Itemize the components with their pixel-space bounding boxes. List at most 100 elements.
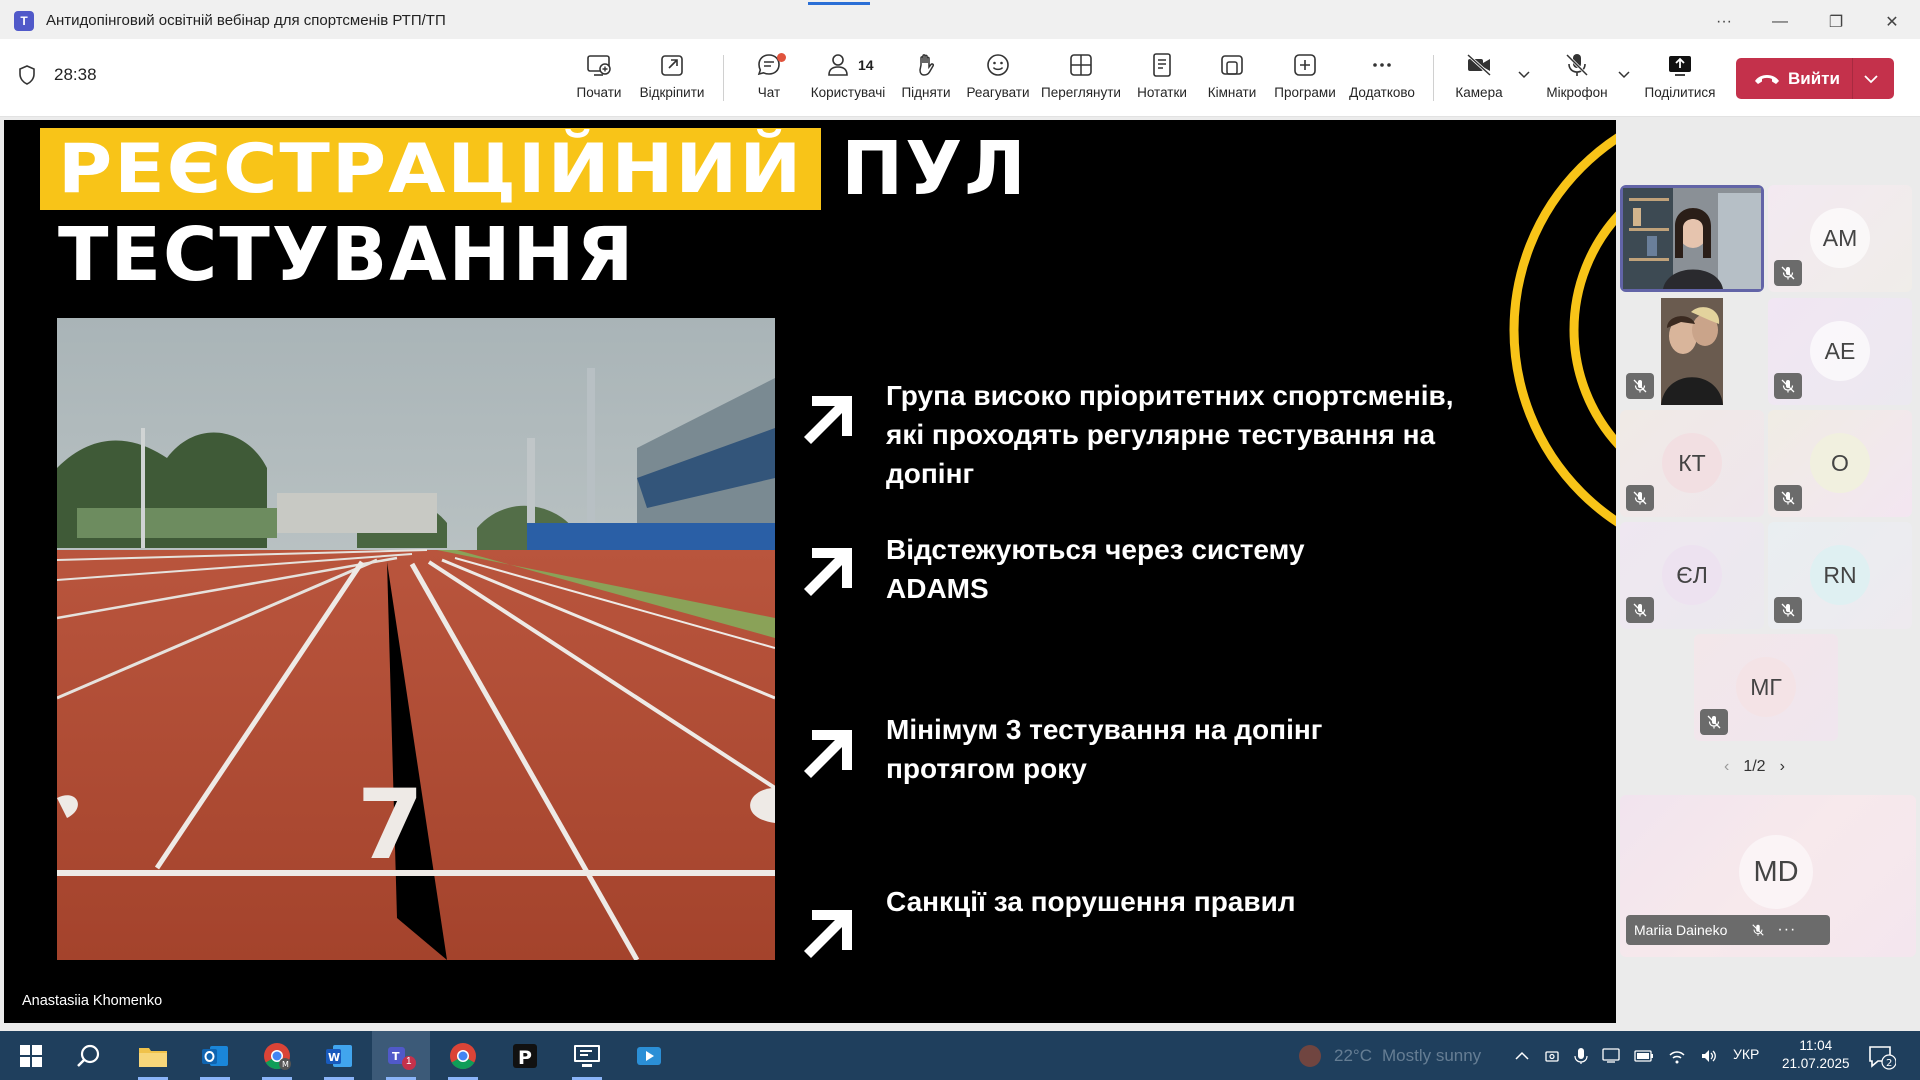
avatar: МГ [1736,657,1796,717]
chat-button[interactable]: Чат [727,51,811,100]
mic-off-icon [1633,603,1647,617]
file-explorer-button[interactable] [124,1031,182,1080]
leave-button[interactable]: Вийти [1736,58,1894,99]
view-button[interactable]: Переглянути [1039,51,1123,100]
chevron-down-icon[interactable] [1517,67,1531,81]
search-icon [77,1044,100,1067]
chrome-button[interactable] [434,1031,492,1080]
participant-video [1623,188,1761,289]
window-title: Антидопінговий освітній вебінар для спор… [46,12,446,29]
notifications-icon[interactable]: 2 [1866,1041,1896,1071]
camera-off-icon [1466,53,1492,77]
input-language[interactable]: УКР [1733,1046,1759,1062]
network-share-icon[interactable] [1602,1047,1620,1064]
share-screen-icon [1669,56,1691,76]
avatar: ЄЛ [1662,545,1722,605]
popout-button[interactable]: Відкріпити [630,51,714,100]
participant-tile-photo[interactable] [1620,298,1764,405]
muted-indicator [1774,373,1802,399]
apps-button[interactable]: Програми [1263,51,1347,100]
ellipsis-icon [1373,63,1391,67]
participant-tile[interactable]: КТ [1620,410,1764,517]
notes-label: Нотатки [1137,85,1187,100]
weather-temp: 22°C [1334,1045,1372,1065]
chevron-up-icon[interactable] [1514,1048,1530,1064]
avatar: КТ [1662,433,1722,493]
camera-label: Камера [1455,85,1503,100]
muted-indicator [1626,597,1654,623]
notifications-count: 2 [1886,1058,1892,1069]
wifi-icon[interactable] [1668,1048,1686,1064]
chevron-left-icon[interactable]: ‹ [1724,758,1729,776]
volume-icon[interactable] [1700,1048,1718,1064]
mic-label: Мікрофон [1546,85,1608,100]
more-options-icon[interactable]: ··· [1696,2,1752,41]
leave-split [1852,58,1853,99]
notes-icon [1153,53,1171,77]
shared-content-stage: РЕЄСТРАЦІЙНИЙ ПУЛ ТЕСТУВАННЯ 7 Група вис… [4,120,1616,1023]
meeting-toolbar: 28:38 Почати Відкріпити Чат 14 Користува… [0,39,1920,117]
start-button[interactable]: Почати [557,51,641,100]
camera-tray-icon[interactable] [1544,1048,1560,1064]
windows-logo-icon [20,1044,42,1067]
title-accent [808,2,870,5]
battery-icon[interactable] [1634,1049,1654,1063]
shield-icon [19,65,35,85]
outlook-button[interactable] [186,1031,244,1080]
share-button[interactable]: Поділитися [1638,51,1722,100]
word-button[interactable]: W [310,1031,368,1080]
chevron-right-icon[interactable]: › [1780,758,1785,776]
avatar: О [1810,433,1870,493]
close-button[interactable]: ✕ [1864,2,1920,41]
bullet-text: Відстежуються через систему ADAMS [886,534,1305,604]
mic-off-icon [1781,491,1795,505]
self-view-tile[interactable]: MD Mariia Daineko ··· [1620,795,1916,957]
maximize-button[interactable]: ❐ [1808,2,1864,41]
start-menu-button[interactable] [2,1031,60,1080]
search-button[interactable] [60,1031,118,1080]
weather-widget[interactable]: 22°C Mostly sunny [1296,1031,1481,1080]
people-button[interactable]: 14 Користувачі [806,51,890,100]
muted-indicator [1626,373,1654,399]
participant-tile[interactable]: ЄЛ [1620,522,1764,629]
chevron-down-icon[interactable] [1617,67,1631,81]
minimize-button[interactable]: — [1752,2,1808,41]
chevron-down-icon[interactable] [1862,70,1880,88]
more-button[interactable]: Додатково [1340,51,1424,100]
app-p-button[interactable]: P [496,1031,554,1080]
rooms-button[interactable]: Кімнати [1190,51,1274,100]
react-button[interactable]: Реагувати [956,51,1040,100]
participant-tile[interactable]: AM [1768,185,1912,292]
teams-icon: T [14,10,34,31]
microphone-tray-icon[interactable] [1574,1047,1588,1065]
participant-tile[interactable]: МГ [1694,634,1838,741]
chrome-profile-button[interactable]: M [248,1031,306,1080]
ellipsis-icon[interactable]: ··· [1777,921,1796,939]
system-tray [1514,1031,1718,1080]
slide-title-line-2: ТЕСТУВАННЯ [58,212,636,298]
record-icon [587,55,611,76]
camera-button[interactable]: Камера [1437,51,1521,100]
presenter-name: Anastasiia Khomenko [22,993,163,1009]
teams-taskbar-button[interactable]: T 1 [372,1031,430,1080]
participants-gallery: AM AE КТ О ЄЛ RN МГ ‹ 1/2 › MD Mariia Da… [1616,120,1920,1023]
mic-off-icon [1781,379,1795,393]
outlook-icon [202,1045,228,1066]
participant-tile[interactable]: RN [1768,522,1912,629]
toolbar-separator [723,55,724,101]
participant-tile[interactable]: AE [1768,298,1912,405]
people-icon [828,54,848,76]
participant-tile[interactable]: О [1768,410,1912,517]
windows-taskbar: M W T 1 P 22°C Mostly sunny УКР 11:04 21… [0,1031,1920,1080]
mic-off-icon [1707,715,1721,729]
arrow-up-right-icon [804,730,852,778]
folder-icon [139,1047,167,1067]
self-name: Mariia Daineko [1634,922,1728,938]
remote-desktop-button[interactable] [558,1031,616,1080]
self-name-tag: Mariia Daineko ··· [1626,915,1830,945]
screen: T Антидопінговий освітній вебінар для сп… [0,0,1920,1080]
participant-tile-video[interactable] [1620,185,1764,292]
media-app-button[interactable] [620,1031,678,1080]
mic-button[interactable]: Мікрофон [1535,51,1619,100]
system-clock[interactable]: 11:04 21.07.2025 [1782,1037,1850,1073]
